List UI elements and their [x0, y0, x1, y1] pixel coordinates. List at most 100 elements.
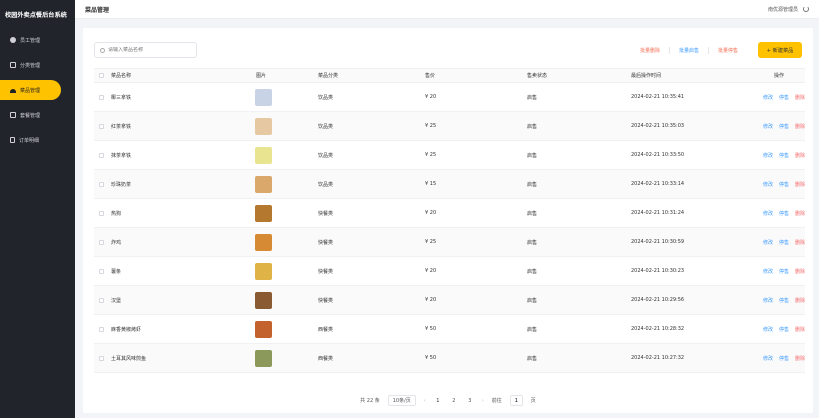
batch-enable-button[interactable]: 批量启售 [679, 47, 699, 54]
page-size-select[interactable]: 10条/页 [387, 395, 416, 406]
toggle-sale-button[interactable]: 停售 [779, 268, 789, 275]
prev-page-button[interactable]: ‹ [424, 398, 426, 404]
dish-updated-time: 2024-02-21 10:27:32 [631, 355, 685, 361]
batch-delete-button[interactable]: 批量删除 [640, 47, 660, 54]
row-actions: 修改 停售 删除 [737, 210, 805, 217]
batch-actions: 批量删除 批量启售 批量停售 + 新建菜品 [618, 42, 802, 58]
toggle-sale-button[interactable]: 停售 [779, 152, 789, 159]
dish-category: 快餐类 [318, 210, 334, 217]
dish-category: 快餐类 [318, 239, 334, 246]
edit-button[interactable]: 修改 [763, 326, 773, 333]
dish-panel: 批量删除 批量启售 批量停售 + 新建菜品 菜品名称 图片 菜品分类 售价 售卖… [83, 28, 813, 413]
dish-price: ¥ 20 [425, 210, 437, 216]
next-page-button[interactable]: › [482, 398, 484, 404]
dish-price: ¥ 20 [425, 94, 437, 100]
dish-status: 启售 [527, 210, 538, 217]
jump-label: 前往 [491, 398, 502, 404]
dish-status: 启售 [527, 152, 538, 159]
sidebar-item-categories[interactable]: 分类管理 [0, 55, 61, 75]
batch-disable-button[interactable]: 批量停售 [718, 47, 738, 54]
delete-button[interactable]: 删除 [795, 297, 805, 304]
row-checkbox[interactable] [98, 152, 104, 158]
row-actions: 修改 停售 删除 [737, 239, 805, 246]
sidebar-item-label: 菜品管理 [20, 87, 41, 94]
dish-category: 西餐类 [318, 326, 334, 333]
page-1-button[interactable]: 1 [434, 398, 442, 404]
row-checkbox[interactable] [98, 210, 104, 216]
edit-button[interactable]: 修改 [763, 355, 773, 362]
search-box[interactable] [94, 42, 197, 58]
edit-button[interactable]: 修改 [763, 210, 773, 217]
jump-page-input[interactable] [509, 395, 523, 406]
row-actions: 修改 停售 删除 [737, 326, 805, 333]
dish-thumbnail [255, 320, 272, 338]
delete-button[interactable]: 删除 [795, 326, 805, 333]
toggle-sale-button[interactable]: 停售 [779, 123, 789, 130]
page-3-button[interactable]: 3 [466, 398, 474, 404]
toggle-sale-button[interactable]: 停售 [779, 94, 789, 101]
delete-button[interactable]: 删除 [795, 123, 805, 130]
dish-name: 珍珠奶茶 [111, 181, 132, 188]
edit-button[interactable]: 修改 [763, 123, 773, 130]
dish-updated-time: 2024-02-21 10:35:03 [631, 123, 685, 129]
row-checkbox[interactable] [98, 181, 104, 187]
row-checkbox[interactable] [98, 268, 104, 274]
sidebar: 校园外卖点餐后台系统 员工管理 分类管理 菜品管理 套餐管理 订单明细 [0, 0, 75, 418]
delete-button[interactable]: 删除 [795, 239, 805, 246]
delete-button[interactable]: 删除 [795, 181, 805, 188]
order-icon [10, 137, 15, 143]
row-checkbox[interactable] [98, 123, 104, 129]
toggle-sale-button[interactable]: 停售 [779, 326, 789, 333]
row-checkbox[interactable] [98, 94, 104, 100]
dish-updated-time: 2024-02-21 10:35:41 [631, 94, 685, 100]
edit-button[interactable]: 修改 [763, 268, 773, 275]
edit-button[interactable]: 修改 [763, 152, 773, 159]
delete-button[interactable]: 删除 [795, 152, 805, 159]
dish-category: 西餐类 [318, 355, 334, 362]
total-count: 共 22 条 [360, 398, 380, 404]
delete-button[interactable]: 删除 [795, 94, 805, 101]
toggle-sale-button[interactable]: 停售 [779, 297, 789, 304]
select-all-checkbox[interactable] [98, 73, 104, 78]
user-name[interactable]: 南优源管理员 [768, 6, 798, 13]
dish-name: 土耳其风味煎鱼 [111, 355, 147, 362]
toggle-sale-button[interactable]: 停售 [779, 355, 789, 362]
sidebar-item-dishes[interactable]: 菜品管理 [0, 80, 61, 100]
add-dish-button[interactable]: + 新建菜品 [758, 42, 802, 58]
page-2-button[interactable]: 2 [450, 398, 458, 404]
sidebar-item-combos[interactable]: 套餐管理 [0, 105, 61, 125]
sidebar-item-employees[interactable]: 员工管理 [0, 30, 61, 50]
row-checkbox[interactable] [98, 355, 104, 361]
logout-icon[interactable] [803, 6, 809, 12]
edit-button[interactable]: 修改 [763, 94, 773, 101]
dish-name: 红茶拿铁 [111, 123, 132, 130]
row-checkbox[interactable] [98, 239, 104, 245]
toolbar: 批量删除 批量启售 批量停售 + 新建菜品 [94, 42, 802, 58]
dish-updated-time: 2024-02-21 10:28:32 [631, 326, 685, 332]
row-actions: 修改 停售 删除 [737, 123, 805, 130]
brand-title: 校园外卖点餐后台系统 [5, 12, 67, 19]
row-checkbox[interactable] [98, 297, 104, 303]
delete-button[interactable]: 删除 [795, 268, 805, 275]
dish-name: 抹茶拿铁 [111, 152, 132, 159]
category-icon [10, 62, 16, 68]
toggle-sale-button[interactable]: 停售 [779, 210, 789, 217]
toggle-sale-button[interactable]: 停售 [779, 181, 789, 188]
column-header-ops: 操作 [773, 73, 784, 79]
dish-status: 启售 [527, 94, 538, 101]
search-input[interactable] [108, 47, 188, 53]
page-suffix: 页 [530, 398, 536, 404]
sidebar-item-label: 套餐管理 [20, 112, 41, 119]
dish-updated-time: 2024-02-21 10:30:59 [631, 239, 685, 245]
delete-button[interactable]: 删除 [795, 355, 805, 362]
sidebar-item-orders[interactable]: 订单明细 [0, 130, 61, 150]
toggle-sale-button[interactable]: 停售 [779, 239, 789, 246]
delete-button[interactable]: 删除 [795, 210, 805, 217]
edit-button[interactable]: 修改 [763, 181, 773, 188]
row-checkbox[interactable] [98, 326, 104, 332]
divider [668, 46, 670, 54]
edit-button[interactable]: 修改 [763, 239, 773, 246]
edit-button[interactable]: 修改 [763, 297, 773, 304]
dish-thumbnail [255, 262, 272, 280]
page-title: 菜品管理 [85, 6, 110, 14]
